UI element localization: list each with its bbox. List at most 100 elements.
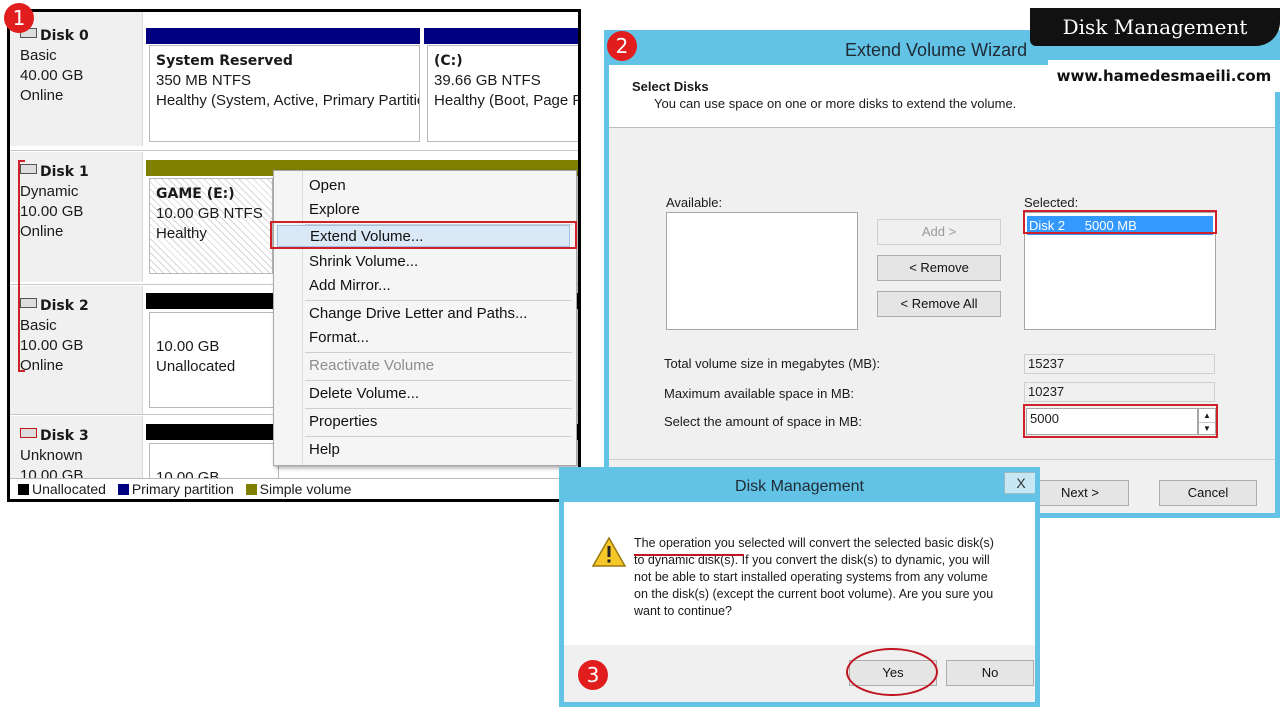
disk-status: Online	[20, 87, 64, 104]
wizard-footer-divider	[609, 459, 1275, 460]
close-button[interactable]: X	[1004, 472, 1035, 494]
available-label: Available:	[666, 195, 723, 210]
bracket-dynamic-disks	[18, 160, 25, 372]
menu-item-properties[interactable]: Properties	[309, 411, 377, 433]
available-list[interactable]	[666, 212, 858, 330]
volume-game[interactable]: GAME (E:) 10.00 GB NTFS Healthy	[149, 178, 273, 274]
brand-title: Disk Management	[1030, 8, 1280, 46]
context-menu: Open Explore Extend Volume... Shrink Vol…	[273, 170, 577, 466]
warning-icon	[591, 536, 627, 567]
legend-primary: Primary partition	[131, 481, 234, 497]
message-part-1: The operation you selected will convert …	[634, 536, 994, 550]
primary-partition-bar	[424, 28, 578, 44]
volume-system-reserved[interactable]: System Reserved 350 MB NTFS Healthy (Sys…	[149, 45, 420, 142]
menu-item-format[interactable]: Format...	[309, 327, 369, 349]
no-button[interactable]: No	[946, 660, 1034, 686]
brand-tag: Disk Management www.hamedesmaeili.com	[1030, 8, 1280, 98]
volume-info: 350 MB NTFS	[156, 72, 252, 89]
total-size-value: 15237	[1024, 354, 1215, 374]
menu-item-reactivate-volume: Reactivate Volume	[309, 357, 435, 374]
step-badge-2: 2	[607, 31, 637, 61]
highlight-extend-volume	[270, 221, 577, 249]
step-badge-1: 1	[4, 3, 34, 33]
remove-button[interactable]: < Remove	[877, 255, 1001, 281]
menu-item-add-mirror[interactable]: Add Mirror...	[309, 275, 391, 297]
volume-size: 10.00 GB	[156, 338, 220, 355]
volume-name: System Reserved	[156, 53, 293, 69]
volume-info: 10.00 GB NTFS	[156, 205, 263, 222]
disk-type: Dynamic	[20, 183, 79, 200]
highlight-selected-disk	[1023, 210, 1217, 234]
volume-name: GAME (E:)	[156, 186, 235, 202]
menu-item-shrink-volume[interactable]: Shrink Volume...	[309, 251, 418, 273]
disk-type: Unknown	[20, 447, 83, 464]
dialog-title: Disk Management	[735, 478, 864, 495]
extend-volume-wizard: Extend Volume Wizard Select Disks You ca…	[604, 30, 1280, 518]
dialog-message: The operation you selected will convert …	[634, 535, 1004, 620]
disk-size: 40.00 GB	[20, 67, 84, 84]
next-button[interactable]: Next >	[1031, 480, 1129, 506]
menu-gutter	[302, 171, 303, 465]
legend-swatch-unallocated	[18, 484, 29, 495]
volume-status: Healthy	[156, 225, 207, 242]
volume-info: 39.66 GB NTFS	[434, 72, 541, 89]
confirm-dialog: Disk Management X The operation you sele…	[559, 467, 1040, 707]
step-badge-3: 3	[578, 660, 608, 690]
cancel-button[interactable]: Cancel	[1159, 480, 1257, 506]
menu-separator	[305, 300, 572, 301]
amount-label: Select the amount of space in MB:	[664, 414, 862, 429]
volume-status: Healthy (Boot, Page F	[434, 92, 581, 109]
menu-item-delete-volume[interactable]: Delete Volume...	[309, 383, 419, 405]
max-space-label: Maximum available space in MB:	[664, 386, 855, 401]
disk-name: Disk 2	[40, 298, 89, 314]
legend-swatch-primary	[117, 484, 129, 495]
volume-status: Unallocated	[156, 358, 236, 375]
disk-error-icon	[20, 428, 37, 438]
add-button[interactable]: Add >	[877, 219, 1001, 245]
menu-separator	[305, 408, 572, 409]
disk-name: Disk 0	[40, 28, 89, 44]
highlight-amount	[1023, 404, 1218, 438]
disk-size: 10.00 GB	[20, 203, 84, 220]
remove-all-button[interactable]: < Remove All	[877, 291, 1001, 317]
disk-type: Basic	[20, 317, 57, 334]
legend-swatch-simple	[245, 484, 257, 495]
disk-name: Disk 3	[40, 428, 89, 444]
disk-label-3[interactable]: Disk 3 Unknown 10.00 GB	[10, 416, 143, 484]
disk-type: Basic	[20, 47, 57, 64]
max-space-value: 10237	[1024, 382, 1215, 402]
legend-unallocated: Unallocated	[32, 481, 106, 497]
disk-size: 10.00 GB	[20, 337, 84, 354]
wizard-header-title: Select Disks	[632, 79, 709, 94]
legend-simple: Simple volume	[259, 481, 352, 497]
menu-item-help[interactable]: Help	[309, 439, 340, 461]
menu-separator	[305, 352, 572, 353]
disk-label-0[interactable]: Disk 0 Basic 40.00 GB Online	[10, 12, 143, 146]
primary-partition-bar	[146, 28, 420, 44]
volume-c[interactable]: (C:) 39.66 GB NTFS Healthy (Boot, Page F	[427, 45, 581, 142]
wizard-header-subtitle: You can use space on one or more disks t…	[654, 96, 1017, 111]
menu-separator	[305, 380, 572, 381]
highlight-yes	[846, 648, 938, 696]
dialog-titlebar: Disk Management X	[564, 472, 1035, 502]
disk-management-panel: Disk 0 Basic 40.00 GB Online System Rese…	[7, 9, 581, 502]
disk-divider	[10, 150, 578, 151]
disk-label-1[interactable]: Disk 1 Dynamic 10.00 GB Online	[10, 152, 143, 282]
menu-separator	[305, 436, 572, 437]
total-size-label: Total volume size in megabytes (MB):	[664, 356, 881, 371]
menu-item-change-drive-letter[interactable]: Change Drive Letter and Paths...	[309, 303, 527, 325]
volume-disk2-unallocated[interactable]: 10.00 GB Unallocated	[149, 312, 279, 408]
volume-status: Healthy (System, Active, Primary Partiti…	[156, 92, 420, 109]
menu-item-open[interactable]: Open	[309, 175, 346, 197]
wizard-title: Extend Volume Wizard	[845, 40, 1028, 60]
disk-label-2[interactable]: Disk 2 Basic 10.00 GB Online	[10, 286, 143, 414]
dialog-body: The operation you selected will convert …	[564, 502, 1035, 645]
disk-name: Disk 1	[40, 164, 89, 180]
disk-status: Online	[20, 223, 64, 240]
menu-item-explore[interactable]: Explore	[309, 199, 360, 221]
brand-url: www.hamedesmaeili.com	[1048, 60, 1280, 92]
volume-name: (C:)	[434, 53, 463, 69]
legend: Unallocated Primary partition Simple vol…	[10, 478, 578, 499]
underline-dynamic-disks	[634, 554, 744, 556]
disk-status: Online	[20, 357, 64, 374]
